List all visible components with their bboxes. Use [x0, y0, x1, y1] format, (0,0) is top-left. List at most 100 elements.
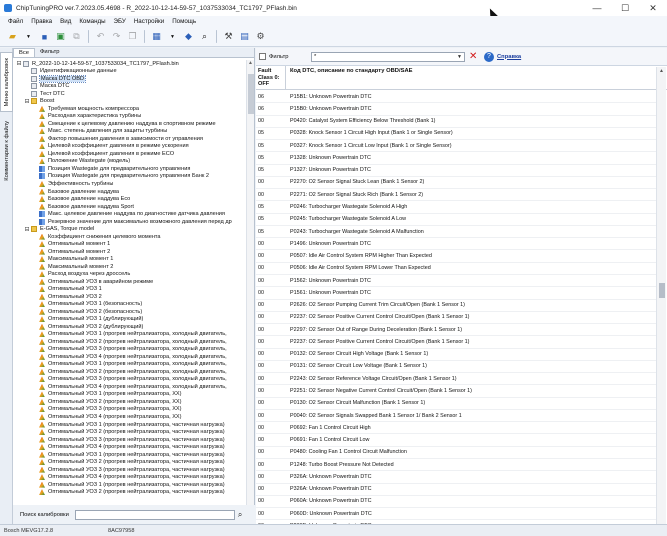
- tree-item[interactable]: Оптимальный УОЗ 2 (прогрев нейтрализатор…: [13, 398, 245, 406]
- tree-item[interactable]: Базовое давление наддува Eco: [13, 195, 245, 203]
- scroll-up-icon[interactable]: ▲: [247, 60, 254, 67]
- table-row[interactable]: 00 P2243: O2 Sensor Reference Voltage Cir…: [256, 373, 656, 386]
- save-icon[interactable]: ■: [38, 30, 51, 43]
- tree-item[interactable]: Базовое давление наддува: [13, 188, 245, 196]
- open-folder-icon[interactable]: ▰: [6, 30, 19, 43]
- menu-settings[interactable]: Настройки: [130, 18, 168, 25]
- table-row[interactable]: 00 P1496: Unknown Powertrain DTC: [256, 238, 656, 251]
- tree-item[interactable]: Оптимальный УОЗ 3 (прогрев нейтрализатор…: [13, 376, 245, 384]
- fault-class-cell[interactable]: 00: [256, 253, 286, 259]
- tree-item[interactable]: Оптимальный УОЗ 4 (прогрев нейтрализатор…: [13, 413, 245, 421]
- fault-class-cell[interactable]: 00: [256, 486, 286, 492]
- fault-class-cell[interactable]: 00: [256, 449, 286, 455]
- table-row[interactable]: 00 P0040: O2 Sensor Signals Swapped Bank …: [256, 410, 656, 423]
- table-row[interactable]: 00 P2251: O2 Sensor Negative Current Cont…: [256, 385, 656, 398]
- fault-class-cell[interactable]: 00: [256, 425, 286, 431]
- tree-item[interactable]: Целевой коэффициент давления в режиме ус…: [13, 143, 245, 151]
- fault-class-cell[interactable]: 06: [256, 106, 286, 112]
- maximize-button[interactable]: ☐: [611, 0, 639, 16]
- fault-class-cell[interactable]: 05: [256, 204, 286, 210]
- table-row[interactable]: 05 P0328: Knock Sensor 1 Circuit High Inp…: [256, 128, 656, 141]
- menu-commands[interactable]: Команды: [75, 18, 109, 25]
- fault-class-cell[interactable]: 05: [256, 143, 286, 149]
- tree-item[interactable]: ⊟ R_2022-10-12-14-59-57_1037533034_TC1797…: [13, 60, 245, 68]
- fault-class-cell[interactable]: 00: [256, 278, 286, 284]
- table-row[interactable]: 00 P2271: O2 Sensor Signal Stuck Rich (Ba…: [256, 189, 656, 202]
- table-row[interactable]: 00 P1248: Turbo Boost Pressure Not Detect…: [256, 459, 656, 472]
- tree-item[interactable]: Оптимальный УОЗ 2 (безопасность): [13, 308, 245, 316]
- tree-item[interactable]: Оптимальный УОЗ 1 (прогрев нейтрализатор…: [13, 361, 245, 369]
- table-row[interactable]: 00 P0131: O2 Sensor Circuit Low Voltage (…: [256, 361, 656, 374]
- table-row[interactable]: 05 P1327: Unknown Powertrain DTC: [256, 165, 656, 177]
- dropdown-arrow-icon[interactable]: ▼: [22, 30, 35, 43]
- tree-item[interactable]: Оптимальный УОЗ 2 (прогрев нейтрализатор…: [13, 458, 245, 466]
- search-icon[interactable]: ⌕: [238, 510, 248, 520]
- tree-item[interactable]: Оптимальный УОЗ 1 (прогрев нейтрализатор…: [13, 451, 245, 459]
- tab-filter[interactable]: Фильтр: [35, 48, 64, 57]
- fault-class-cell[interactable]: 00: [256, 474, 286, 480]
- tree-item[interactable]: ⊟ E-GAS, Torque model: [13, 225, 245, 233]
- fault-class-cell[interactable]: 00: [256, 351, 286, 357]
- checksum-icon[interactable]: ⚙: [254, 30, 267, 43]
- fault-class-cell[interactable]: 00: [256, 363, 286, 369]
- table-row[interactable]: 00 P2237: O2 Sensor Positive Current Cont…: [256, 312, 656, 325]
- tree-item[interactable]: Смещение к целевому давлению наддува в с…: [13, 120, 245, 128]
- tree-item[interactable]: Резервное значение для максимально возмо…: [13, 218, 245, 226]
- table-row[interactable]: 00 P0506: Idle Air Control System RPM Low…: [256, 263, 656, 275]
- tree-item[interactable]: Требуемая мощность компрессора: [13, 105, 245, 113]
- fault-class-cell[interactable]: 05: [256, 229, 286, 235]
- fault-class-cell[interactable]: 00: [256, 118, 286, 124]
- table-row[interactable]: 00 P2270: O2 Sensor Signal Stuck Lean (Ba…: [256, 177, 656, 190]
- menu-file[interactable]: Файл: [4, 18, 27, 25]
- tree-item[interactable]: Маска DTC: [13, 83, 245, 91]
- fault-class-cell[interactable]: 00: [256, 498, 286, 504]
- fault-class-cell[interactable]: 06: [256, 94, 286, 100]
- menu-ecu[interactable]: ЭБУ: [110, 18, 130, 25]
- dropdown-arrow-icon[interactable]: ▼: [166, 30, 179, 43]
- table-row[interactable]: 00 P0507: Idle Air Control System RPM Hig…: [256, 250, 656, 263]
- tree-item[interactable]: Тест DTC: [13, 90, 245, 98]
- table-vertical-scrollbar[interactable]: ▲: [656, 67, 666, 524]
- fault-class-cell[interactable]: 00: [256, 290, 286, 296]
- fault-class-cell[interactable]: 00: [256, 376, 286, 382]
- tree-item[interactable]: Маска DTC OBD: [13, 75, 245, 83]
- tree-item[interactable]: Оптимальный УОЗ 1 (прогрев нейтрализатор…: [13, 391, 245, 399]
- tree-item[interactable]: Целевой коэффициент давления в режиме EC…: [13, 150, 245, 158]
- clear-filter-icon[interactable]: ✕: [469, 51, 479, 62]
- tab-all[interactable]: Все: [13, 48, 35, 57]
- tree-item[interactable]: Эффективность турбины: [13, 180, 245, 188]
- redo-icon[interactable]: ↷: [110, 30, 123, 43]
- chip-icon[interactable]: ▤: [238, 30, 251, 43]
- table-row[interactable]: 05 P0243: Turbocharger Wastegate Solenoid…: [256, 226, 656, 239]
- fault-class-cell[interactable]: 05: [256, 167, 286, 173]
- search-input[interactable]: [74, 509, 235, 520]
- fault-class-cell[interactable]: 00: [256, 511, 286, 517]
- tree-item[interactable]: Оптимальный УОЗ 2 (дублирующий): [13, 323, 245, 331]
- tree-item[interactable]: Базовое давление наддува Sport: [13, 203, 245, 211]
- table-row[interactable]: 00 P0132: O2 Sensor Circuit High Voltage …: [256, 349, 656, 361]
- minimize-button[interactable]: —: [583, 0, 611, 16]
- tree-item[interactable]: Максимальный момент 1: [13, 255, 245, 263]
- tree-item[interactable]: Оптимальный УОЗ 1 (прогрев нейтрализатор…: [13, 421, 245, 429]
- tree-item[interactable]: Оптимальный момент 2: [13, 248, 245, 256]
- table-row[interactable]: 00 P326A: Unknown Powertrain DTC: [256, 484, 656, 496]
- tree-item[interactable]: Оптимальный УОЗ 1: [13, 285, 245, 293]
- tree-item[interactable]: Расходная характеристика турбины: [13, 113, 245, 121]
- table-row[interactable]: 00 P060A: Unknown Powertrain DTC: [256, 496, 656, 509]
- tree-vertical-scrollbar[interactable]: ▲: [246, 60, 254, 505]
- fault-class-cell[interactable]: 05: [256, 216, 286, 222]
- tab-calibration-menu[interactable]: Меню калибровок: [0, 52, 13, 112]
- help-icon[interactable]: ?: [484, 51, 494, 62]
- tree-item[interactable]: Оптимальный УОЗ 3 (прогрев нейтрализатор…: [13, 436, 245, 444]
- table-row[interactable]: 00 P0420: Catalyst System Efficiency Belo…: [256, 116, 656, 128]
- save-as-icon[interactable]: ▣: [54, 30, 67, 43]
- tree-item[interactable]: Оптимальный момент 1: [13, 240, 245, 248]
- tree-item[interactable]: Положение Wastegate (модель): [13, 158, 245, 166]
- header-dtc-description[interactable]: Код DTC, описание по стандарту OBD/SAE: [286, 66, 413, 89]
- menu-view[interactable]: Вид: [56, 18, 75, 25]
- fault-class-cell[interactable]: 00: [256, 192, 286, 198]
- fault-class-cell[interactable]: 05: [256, 130, 286, 136]
- tree-item[interactable]: Оптимальный УОЗ 3 (прогрев нейтрализатор…: [13, 466, 245, 474]
- tree-item[interactable]: Позиция Wastegate для предварительного у…: [13, 165, 245, 173]
- tree-item[interactable]: Оптимальный УОЗ 2 (прогрев нейтрализатор…: [13, 428, 245, 436]
